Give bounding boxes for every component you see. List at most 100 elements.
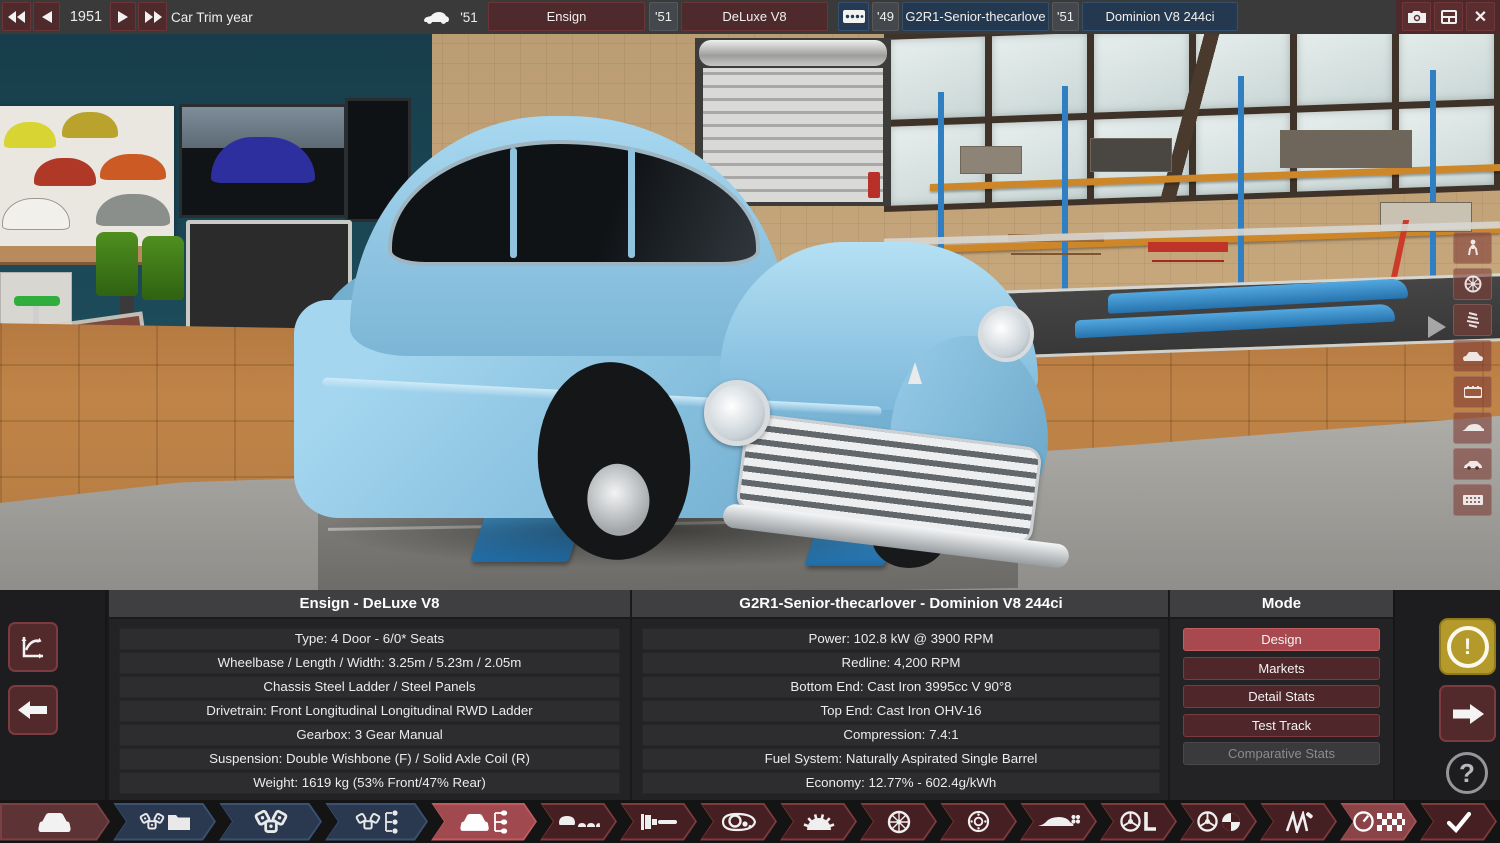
car-side-icon[interactable] [1453, 412, 1492, 444]
engine-variant-button[interactable]: Dominion V8 244ci [1082, 2, 1238, 31]
walk-mode-icon[interactable] [1453, 232, 1492, 264]
tab-summary[interactable] [1420, 803, 1497, 841]
model-name-button[interactable]: Ensign [488, 2, 645, 31]
tab-test-track[interactable] [1340, 803, 1417, 841]
graph-view-button[interactable] [8, 622, 58, 672]
top-right-strip: ✕ [1396, 0, 1500, 34]
year-nav-label: Car Trim year [171, 0, 253, 34]
tab-body-type[interactable] [540, 803, 617, 841]
engine-family-button[interactable]: G2R1-Senior-thecarlove [902, 2, 1049, 31]
checkered-flag-icon [1377, 813, 1405, 831]
tab-fixtures[interactable] [700, 803, 777, 841]
mode-button-markets[interactable]: Markets [1183, 657, 1380, 680]
shelf-post [1238, 76, 1244, 314]
car-poster [0, 106, 174, 252]
graph-icon [19, 633, 47, 661]
engine-stat-row: Top End: Cast Iron OHV-16 [642, 700, 1160, 722]
right-arrow-icon [118, 11, 128, 23]
summary-check-icon [1446, 811, 1472, 833]
model-year-label: '51 [455, 0, 483, 34]
left-control-column [0, 590, 107, 800]
warning-icon: ! [1447, 626, 1489, 668]
workshop-3d-viewport[interactable] [0, 34, 1500, 590]
test-track-icon [1340, 803, 1417, 841]
engine-stat-row: Redline: 4,200 RPM [642, 652, 1160, 674]
camera-icon [1408, 10, 1426, 23]
suspension-icon [1284, 811, 1314, 833]
warnings-button[interactable]: ! [1439, 618, 1496, 675]
tab-drivetrain[interactable] [1100, 803, 1177, 841]
car-stat-row: Type: 4 Door - 6/0* Seats [119, 628, 620, 650]
platform-grid-icon[interactable] [1453, 484, 1492, 516]
year-next-button[interactable] [110, 2, 136, 31]
mode-button-test-track[interactable]: Test Track [1183, 714, 1380, 737]
tab-engine-tree[interactable] [325, 803, 428, 841]
car-body-icon[interactable] [1453, 448, 1492, 480]
engine-variant-year-badge: '51 [1052, 2, 1079, 31]
shelf-post [1062, 86, 1068, 316]
tree-icon [493, 809, 508, 835]
mode-panel-title: Mode [1170, 590, 1393, 619]
trim-year-badge: '51 [649, 2, 678, 31]
photo-mode-button[interactable] [1434, 2, 1463, 31]
tab-car-tree[interactable] [431, 803, 537, 841]
gear-icon [802, 813, 836, 831]
tab-brakes[interactable] [940, 803, 1017, 841]
shelf-crate [1090, 138, 1172, 172]
close-button[interactable]: ✕ [1466, 2, 1495, 31]
engine-family-year-badge: '49 [872, 2, 899, 31]
tab-trim[interactable] [0, 803, 110, 841]
mode-button-design[interactable]: Design [1183, 628, 1380, 651]
next-button[interactable] [1439, 685, 1496, 742]
hubcap [584, 461, 652, 538]
tab-balance[interactable] [1180, 803, 1257, 841]
tab-paint[interactable] [620, 803, 697, 841]
office-chair [96, 232, 138, 296]
tab-suspension[interactable] [1260, 803, 1337, 841]
car-stats-panel: Ensign - DeLuxe V8 Type: 4 Door - 6/0* S… [107, 590, 631, 800]
paint-icon [640, 813, 678, 831]
car-tree-icon [431, 803, 537, 841]
tab-wheels[interactable] [860, 803, 937, 841]
balance-icon [1180, 803, 1257, 841]
back-arrow-icon [18, 699, 48, 721]
wheels-icon [887, 810, 911, 834]
engine-bay-icon[interactable] [1453, 376, 1492, 408]
mode-panel: Mode Design Markets Detail Stats Test Tr… [1168, 590, 1394, 800]
trim-name-button[interactable]: DeLuxe V8 [681, 2, 828, 31]
mode-button-detail-stats[interactable]: Detail Stats [1183, 685, 1380, 708]
designer-tab-bar [0, 800, 1500, 843]
camera-button[interactable] [1402, 2, 1431, 31]
year-prev-button[interactable] [33, 2, 60, 31]
player-car [292, 100, 1062, 580]
engine-panel-title: G2R1-Senior-thecarlover - Dominion V8 24… [632, 590, 1170, 619]
engine-stat-row: Compression: 7.4:1 [642, 724, 1160, 746]
viewport-option-strip [1453, 232, 1492, 520]
help-button[interactable]: ? [1446, 752, 1488, 794]
engine-stat-row: Power: 102.8 kW @ 3900 RPM [642, 628, 1160, 650]
tree-icon [384, 810, 399, 834]
tab-engine-variant[interactable] [219, 803, 322, 841]
tab-aero[interactable] [1020, 803, 1097, 841]
engine-stats-panel: G2R1-Senior-thecarlover - Dominion V8 24… [630, 590, 1171, 800]
panel-expand-arrow[interactable] [1428, 316, 1446, 338]
mode-button-comparative-stats: Comparative Stats [1183, 742, 1380, 765]
car-headlight [704, 380, 770, 446]
engine-tree-icon [325, 803, 428, 841]
tab-engine-family[interactable] [113, 803, 216, 841]
aero-icon [1037, 813, 1081, 831]
car-photo-icon[interactable] [1453, 340, 1492, 372]
bottom-info-area: Ensign - DeLuxe V8 Type: 4 Door - 6/0* S… [0, 590, 1500, 800]
photo-mode-icon [1441, 10, 1457, 24]
cog-balance-icon [1221, 812, 1241, 832]
green-stool [14, 296, 60, 306]
double-right-arrow-icon [144, 11, 162, 23]
car-headlight [978, 306, 1034, 362]
suspension-view-icon[interactable] [1453, 304, 1492, 336]
tab-gearbox[interactable] [780, 803, 857, 841]
year-last-button[interactable] [138, 2, 167, 31]
back-button[interactable] [8, 685, 58, 735]
year-first-button[interactable] [2, 2, 31, 31]
left-arrow-icon [42, 11, 52, 23]
wheel-view-icon[interactable] [1453, 268, 1492, 300]
